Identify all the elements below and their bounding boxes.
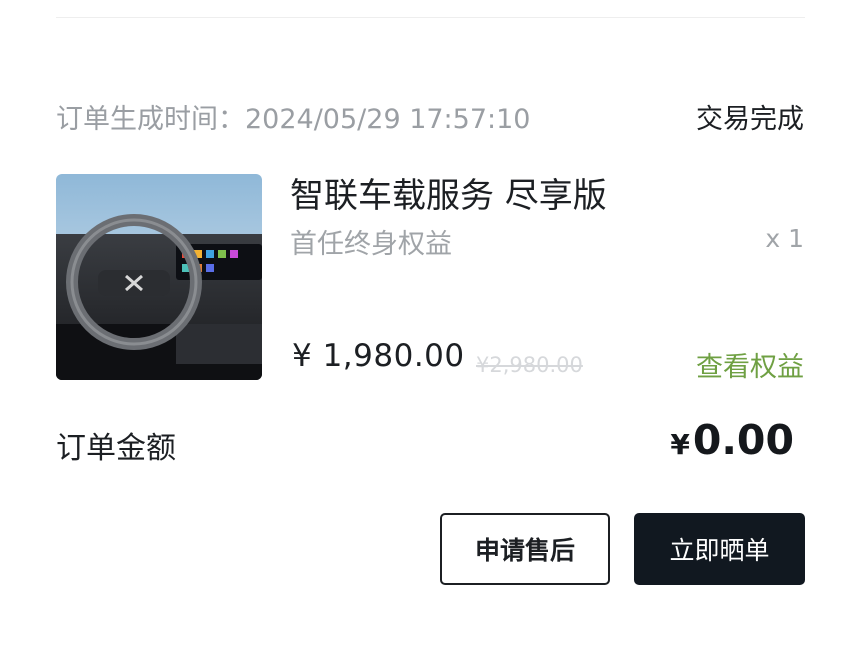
apply-after-sale-button[interactable]: 申请售后 [440, 513, 610, 585]
order-time-value: 2024/05/29 17:57:10 [245, 104, 531, 135]
product-title: 智联车载服务 尽享版 [290, 176, 607, 216]
order-status: 交易完成 [696, 104, 804, 135]
share-order-button[interactable]: 立即晒单 [634, 513, 805, 585]
order-time: 订单生成时间：2024/05/29 17:57:10 [56, 97, 530, 136]
currency-symbol: ¥ [670, 428, 690, 461]
order-amount: ¥0.00 [670, 416, 794, 464]
product-quantity: x 1 [765, 224, 804, 253]
top-divider [56, 17, 805, 18]
product-subtitle: 首任终身权益 [290, 229, 452, 260]
car-steering-wheel-photo-icon [56, 174, 262, 380]
order-amount-label: 订单金额 [56, 431, 176, 466]
product-image[interactable] [56, 174, 262, 380]
view-benefits-link[interactable]: 查看权益 [696, 345, 804, 384]
order-time-label: 订单生成时间： [56, 104, 245, 135]
product-original-price: ¥2,980.00 [476, 353, 583, 377]
product-price: ¥ 1,980.00 [292, 338, 465, 374]
order-amount-value: 0.00 [692, 416, 794, 464]
